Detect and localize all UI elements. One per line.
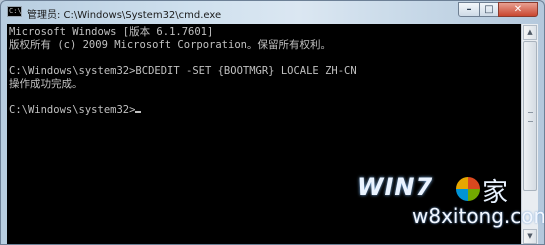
window-title: 管理员: C:\Windows\System32\cmd.exe xyxy=(27,10,222,21)
cmd-window: C:\ 管理员: C:\Windows\System32\cmd.exe – □… xyxy=(0,0,545,245)
close-button[interactable]: ✕ xyxy=(498,2,538,17)
cmd-icon-label: C:\ xyxy=(9,7,22,15)
text-cursor xyxy=(135,111,142,113)
console-line: 版权所有 (c) 2009 Microsoft Corporation。保留所有… xyxy=(9,39,331,51)
title-bar[interactable]: C:\ 管理员: C:\Windows\System32\cmd.exe – □… xyxy=(1,1,544,23)
grip-icon xyxy=(528,112,533,122)
scroll-down-arrow-icon[interactable]: ▼ xyxy=(523,229,537,244)
maximize-button[interactable]: □ xyxy=(479,2,499,17)
console-line: 操作成功完成。 xyxy=(9,78,83,90)
windows-orb-icon xyxy=(456,177,480,201)
watermark-site: w8xitong.com xyxy=(412,204,545,228)
scroll-up-arrow-icon[interactable]: ▲ xyxy=(523,25,537,40)
console-prompt: C:\Windows\system32> xyxy=(9,104,136,116)
minimize-button[interactable]: – xyxy=(458,2,480,17)
scrollbar-thumb[interactable] xyxy=(523,41,537,191)
cmd-icon[interactable]: C:\ xyxy=(7,6,22,17)
console-text: Microsoft Windows [版本 6.1.7601] 版权所有 (c)… xyxy=(9,26,357,117)
watermark-logo: WIN7 xyxy=(357,173,434,201)
console-line: Microsoft Windows [版本 6.1.7601] xyxy=(9,26,214,38)
console-line: C:\Windows\system32>BCDEDIT -SET {BOOTMG… xyxy=(9,65,357,77)
